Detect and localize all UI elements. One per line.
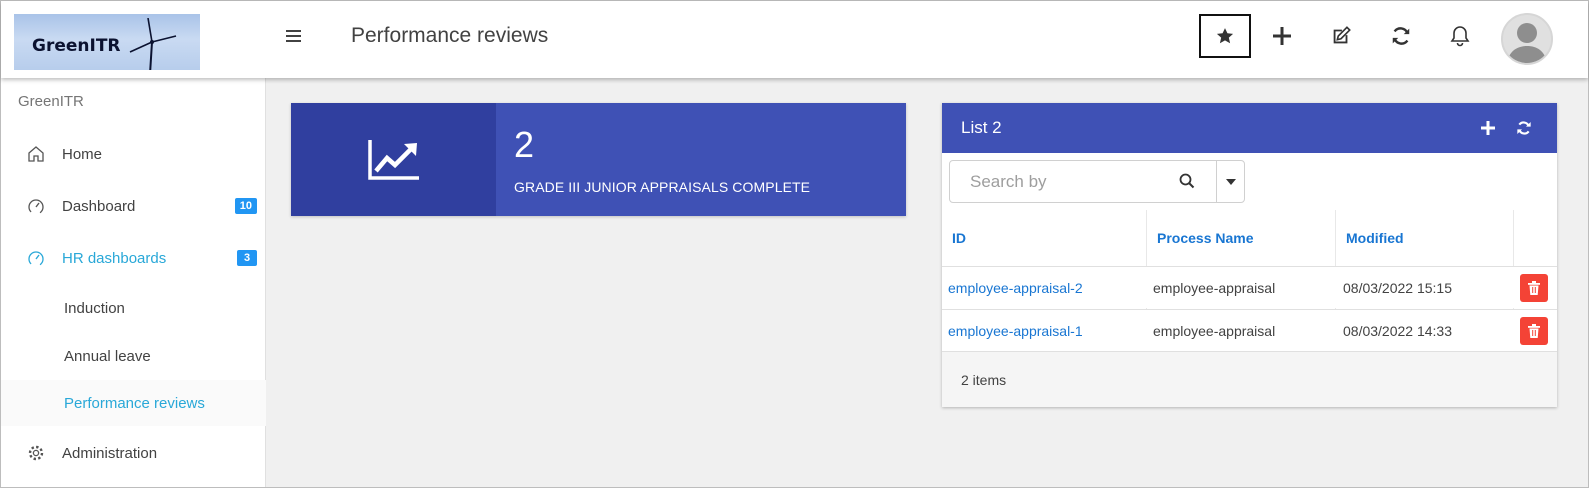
list-widget: List 2 Search by ID Process Name Modifie… — [942, 103, 1557, 407]
wind-turbine-icon — [129, 18, 177, 70]
edit-button[interactable] — [1315, 14, 1367, 58]
row-process-name: employee-appraisal — [1153, 280, 1276, 296]
user-avatar[interactable] — [1501, 13, 1553, 65]
sidebar: GreenITR Home Dashboard 10 HR dashboards… — [1, 78, 266, 487]
table-row[interactable]: employee-appraisal-2 employee-appraisal … — [942, 266, 1557, 308]
plus-icon — [1481, 121, 1495, 135]
list-refresh-button[interactable] — [1514, 118, 1534, 138]
column-header-id[interactable]: ID — [952, 210, 1142, 266]
sidebar-brand: GreenITR — [18, 93, 84, 110]
top-header: GreenITR Performance reviews — [1, 1, 1588, 78]
row-id-link[interactable]: employee-appraisal-1 — [948, 310, 1083, 352]
sidebar-item-dashboard[interactable]: Dashboard 10 — [1, 182, 266, 230]
list-add-button[interactable] — [1478, 118, 1498, 138]
sidebar-subitem-label: Performance reviews — [64, 394, 205, 412]
count-badge: 3 — [237, 250, 257, 266]
item-count: 2 items — [961, 372, 1007, 388]
add-button[interactable] — [1256, 14, 1308, 58]
sidebar-subitem-performance-reviews[interactable]: Performance reviews — [1, 380, 266, 426]
table-row[interactable]: employee-appraisal-1 employee-appraisal … — [942, 309, 1557, 351]
sidebar-subitem-induction[interactable]: Induction — [1, 285, 266, 331]
refresh-icon — [1517, 121, 1531, 135]
gauge-icon — [28, 251, 44, 267]
list-header: List 2 — [942, 103, 1557, 153]
list-title: List 2 — [961, 118, 1002, 137]
sidebar-subitem-annual-leave[interactable]: Annual leave — [1, 333, 266, 379]
refresh-icon — [1392, 27, 1410, 45]
column-header-process-name[interactable]: Process Name — [1157, 210, 1332, 266]
row-id-link[interactable]: employee-appraisal-2 — [948, 267, 1083, 309]
plus-icon — [1273, 27, 1291, 45]
kpi-widget[interactable]: 2 GRADE III JUNIOR APPRAISALS COMPLETE — [291, 103, 906, 216]
bell-icon — [1450, 26, 1470, 47]
search-icon[interactable] — [1179, 173, 1195, 189]
refresh-button[interactable] — [1375, 14, 1427, 58]
hamburger-icon — [286, 30, 301, 42]
column-header-modified[interactable]: Modified — [1346, 210, 1511, 266]
sidebar-item-label: Dashboard — [62, 197, 136, 215]
page-title: Performance reviews — [351, 24, 549, 47]
home-icon — [28, 146, 44, 162]
notifications-button[interactable] — [1434, 14, 1486, 58]
search-options-dropdown[interactable] — [1216, 160, 1245, 203]
star-icon — [1216, 28, 1234, 44]
row-modified: 08/03/2022 15:15 — [1343, 280, 1452, 296]
app-logo[interactable]: GreenITR — [14, 14, 200, 70]
trash-icon — [1528, 324, 1540, 338]
kpi-icon-panel — [291, 103, 496, 216]
sidebar-item-hr-dashboards[interactable]: HR dashboards 3 — [1, 234, 266, 282]
sidebar-subitem-label: Induction — [64, 299, 125, 317]
sidebar-subitem-label: Annual leave — [64, 347, 151, 365]
kpi-label: GRADE III JUNIOR APPRAISALS COMPLETE — [514, 179, 811, 195]
list-body: ID Process Name Modified employee-apprai… — [942, 153, 1557, 407]
trash-icon — [1528, 281, 1540, 295]
search-box — [949, 160, 1217, 203]
row-process-name: employee-appraisal — [1153, 323, 1276, 339]
logo-text: GreenITR — [32, 36, 121, 56]
gear-icon — [28, 445, 44, 461]
menu-toggle-button[interactable] — [285, 27, 303, 45]
delete-row-button[interactable] — [1520, 317, 1548, 345]
search-input[interactable] — [970, 172, 1170, 192]
sidebar-item-label: Home — [62, 145, 103, 163]
sidebar-item-home[interactable]: Home — [1, 130, 266, 178]
count-badge: 10 — [234, 198, 257, 214]
gauge-icon — [28, 199, 44, 215]
delete-row-button[interactable] — [1520, 274, 1548, 302]
edit-icon — [1333, 26, 1351, 44]
sidebar-item-administration[interactable]: Administration — [1, 429, 266, 477]
trending-up-icon — [367, 139, 419, 180]
favorite-button[interactable] — [1199, 14, 1251, 58]
kpi-value: 2 — [514, 124, 535, 165]
sidebar-item-label: Administration — [62, 444, 158, 462]
list-footer: 2 items — [942, 351, 1557, 407]
caret-down-icon — [1225, 178, 1236, 185]
sidebar-item-label: HR dashboards — [62, 249, 167, 267]
user-silhouette-icon — [1507, 23, 1547, 63]
row-modified: 08/03/2022 14:33 — [1343, 323, 1452, 339]
